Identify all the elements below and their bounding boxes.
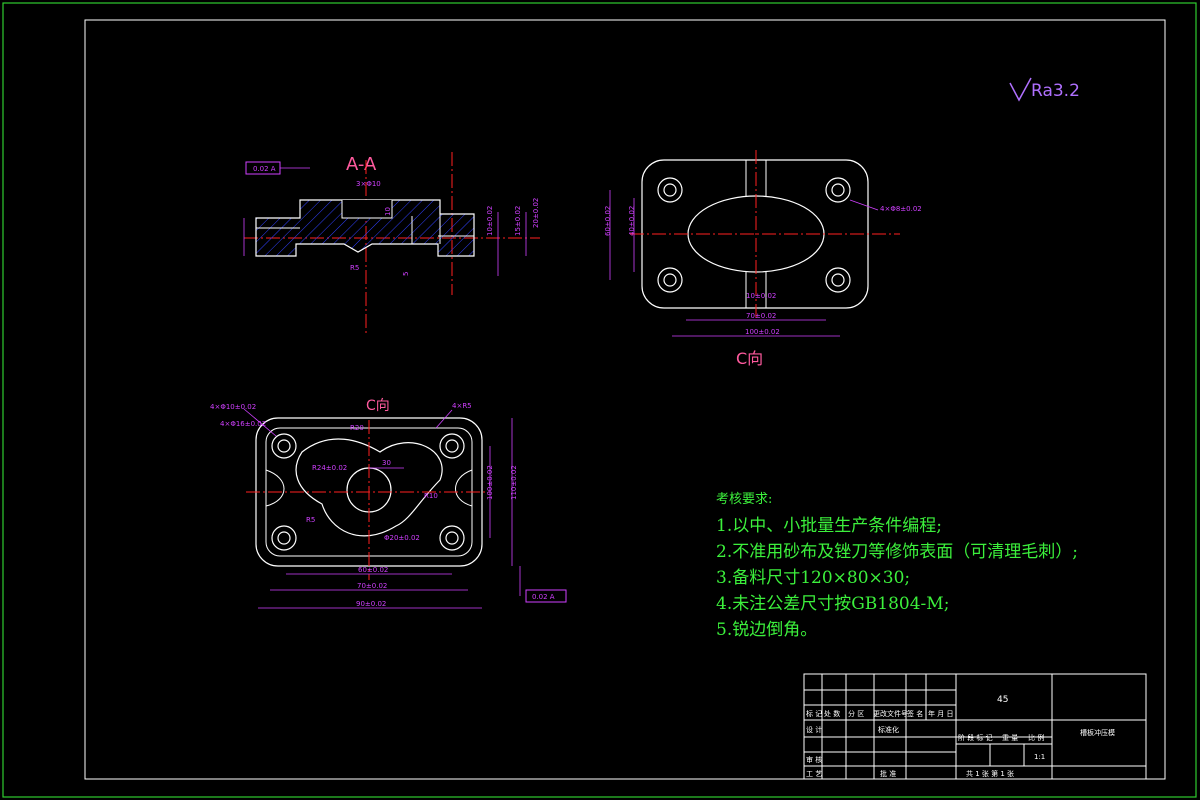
dim-flatness: 0.02 A bbox=[253, 165, 276, 173]
dim-a7: 20±0.02 bbox=[532, 198, 540, 228]
dim-a9: R5 bbox=[350, 264, 359, 272]
dim-b8: R5 bbox=[306, 516, 315, 524]
cad-drawing: Ra3.2 A-A 0.02 A 3×Φ10 10 10±0.02 15±0.0… bbox=[2, 2, 1197, 798]
requirements-block: 考核要求: 1.以中、小批量生产条件编程; 2.不准用砂布及锉刀等修饰表面（可清… bbox=[716, 488, 1078, 643]
dim-b10: 60±0.02 bbox=[358, 566, 388, 574]
view-c-bottom: C向 4×Φ10±0.02 4×Φ16±0.02 4×R5 R20 30 R24… bbox=[210, 398, 567, 609]
dim-b5: 30 bbox=[382, 459, 391, 467]
requirement-item-1: 1.以中、小批量生产条件编程; bbox=[716, 516, 942, 536]
requirement-item-5: 5.锐边倒角。 bbox=[716, 620, 818, 640]
dim-a1: 3×Φ10 bbox=[356, 180, 381, 188]
tb-row-4: 签 名 bbox=[907, 709, 923, 718]
tb-design: 设 计 bbox=[806, 725, 822, 734]
tb-approve: 批 准 bbox=[880, 769, 896, 778]
outer-border bbox=[2, 2, 1197, 798]
requirement-item-3: 3.备料尺寸120×80×30; bbox=[716, 568, 911, 588]
roughness-label: Ra3.2 bbox=[1031, 81, 1080, 101]
dim-b1: 4×Φ10±0.02 bbox=[210, 403, 256, 411]
dim-b12: 90±0.02 bbox=[356, 600, 386, 608]
requirement-item-4: 4.未注公差尺寸按GB1804-M; bbox=[716, 594, 950, 614]
tb-stage: 阶 段 标 记 bbox=[958, 733, 993, 742]
dim-c4: 10±0.02 bbox=[746, 292, 776, 300]
dim-b15: 0.02 A bbox=[532, 593, 555, 601]
dim-c6: 100±0.02 bbox=[745, 328, 780, 336]
tb-process: 工 艺 bbox=[806, 770, 822, 778]
dim-b9: Φ20±0.02 bbox=[384, 534, 420, 542]
tb-scale-label: 比 例 bbox=[1028, 733, 1044, 742]
inner-border bbox=[84, 19, 1166, 780]
tb-review: 审 核 bbox=[806, 755, 822, 764]
tb-scale: 1:1 bbox=[1034, 753, 1045, 761]
title-block bbox=[803, 673, 1147, 780]
tb-row-2: 分 区 bbox=[848, 709, 864, 718]
dim-a5: 10±0.02 bbox=[486, 206, 494, 236]
tb-row-1: 处 数 bbox=[824, 709, 840, 718]
dim-b14: 110±0.02 bbox=[510, 465, 518, 500]
dim-b3: 4×R5 bbox=[452, 402, 472, 410]
material: 45 bbox=[997, 695, 1008, 705]
dim-c2: 40±0.02 bbox=[628, 206, 636, 236]
dim-c1: 4×Φ8±0.02 bbox=[880, 205, 922, 213]
view-c-label: C向 bbox=[736, 349, 763, 368]
tb-row-0: 标 记 bbox=[806, 709, 822, 718]
dim-b7: R10 bbox=[424, 492, 438, 500]
dim-a2: 10 bbox=[384, 207, 392, 216]
tb-sheet-info: 共 1 张 第 1 张 bbox=[966, 769, 1014, 778]
requirement-item-2: 2.不准用砂布及锉刀等修饰表面（可清理毛刺）; bbox=[716, 542, 1078, 562]
dim-b13: 100±0.02 bbox=[486, 465, 494, 500]
part-name: 槽板冲压模 bbox=[1080, 728, 1115, 737]
dim-b2: 4×Φ16±0.02 bbox=[220, 420, 266, 428]
section-view-aa: A-A 0.02 A 3×Φ10 10 10±0.02 15±0.02 20±0… bbox=[243, 152, 540, 335]
dim-a6: 15±0.02 bbox=[514, 206, 522, 236]
tb-row-3: 更改文件号 bbox=[873, 709, 908, 718]
tb-row-5: 年 月 日 bbox=[928, 709, 953, 718]
view-c-label-small: C向 bbox=[366, 398, 390, 414]
dim-c3: 60±0.02 bbox=[604, 206, 612, 236]
dim-a8: 5 bbox=[402, 272, 410, 276]
dim-c5: 70±0.02 bbox=[746, 312, 776, 320]
tb-weight: 重 量 bbox=[1002, 734, 1018, 742]
dim-b11: 70±0.02 bbox=[357, 582, 387, 590]
requirements-title: 考核要求: bbox=[716, 492, 773, 507]
roughness-symbol: Ra3.2 bbox=[1009, 77, 1080, 102]
section-label: A-A bbox=[346, 154, 377, 175]
dim-b4: R20 bbox=[350, 424, 364, 432]
tb-standardize: 标准化 bbox=[878, 725, 899, 734]
view-c-top: 4×Φ8±0.02 60±0.02 40±0.02 10±0.02 70±0.0… bbox=[604, 150, 922, 368]
dim-b6: R24±0.02 bbox=[312, 464, 347, 472]
